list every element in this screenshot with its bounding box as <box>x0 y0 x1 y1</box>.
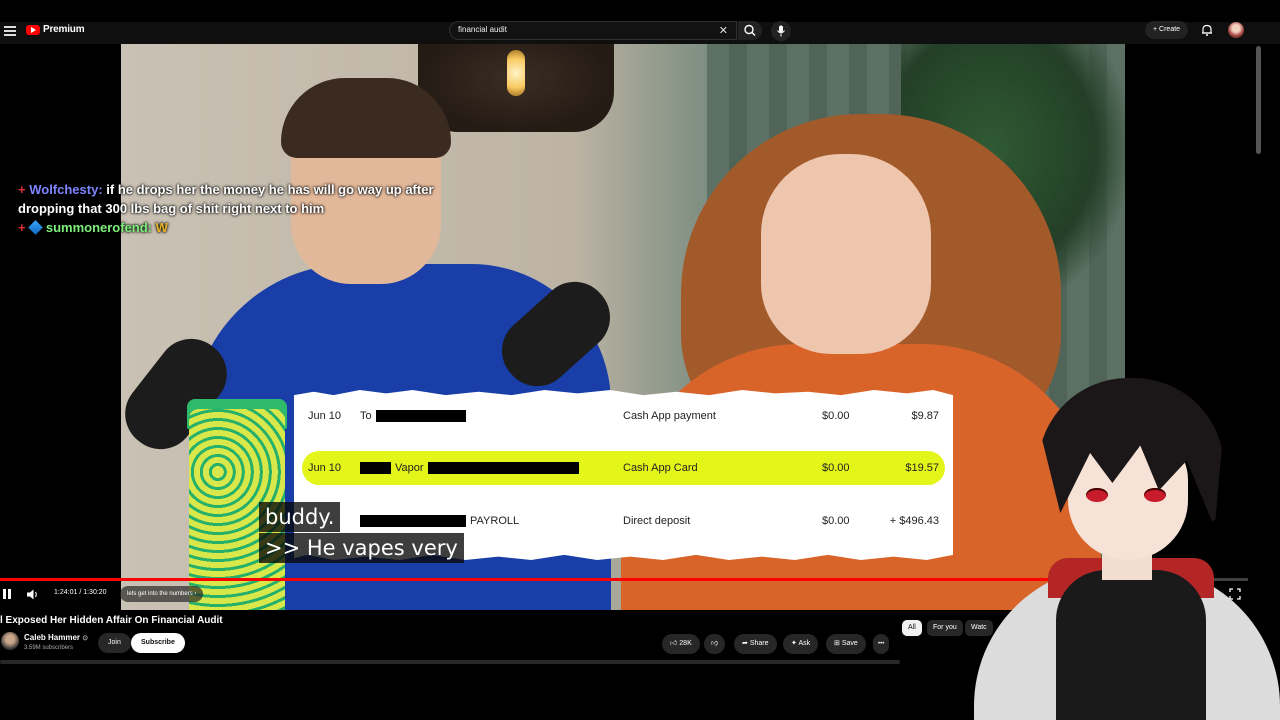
channel-avatar[interactable] <box>1 632 19 650</box>
cube-emote-icon <box>28 220 44 235</box>
ask-label: Ask <box>798 640 811 647</box>
transaction-description: To <box>360 399 466 433</box>
logo-text: Premium <box>43 24 85 35</box>
transaction-row: Jun 10 To Cash App payment $0.00 $9.87 <box>294 399 953 433</box>
create-button[interactable]: + Create <box>1145 21 1189 39</box>
chat-message: + Wolfchesty: if he drops her the money … <box>18 180 458 218</box>
page-scrollbar[interactable] <box>1256 46 1261 154</box>
transaction-desc-suffix: Vapor <box>395 462 424 474</box>
time-display: 1:24:01 / 1:30:20 <box>54 589 107 596</box>
volume-icon[interactable] <box>26 588 40 601</box>
transaction-fee: $0.00 <box>822 462 850 474</box>
save-button[interactable]: ⊞ Save <box>826 634 866 654</box>
transaction-date: Jun 10 <box>308 410 342 422</box>
chat-badge-icon: + <box>18 182 26 197</box>
caption-line-2: >> He vapes very <box>259 533 464 563</box>
voice-search-button[interactable] <box>771 21 791 41</box>
microphone-icon <box>777 25 785 37</box>
channel-name[interactable]: Caleb Hammer ⊙ <box>24 633 88 642</box>
dislike-button[interactable]: 👎︎ <box>704 634 726 654</box>
chip-all[interactable]: All <box>902 620 922 636</box>
like-count: 28K <box>679 640 692 647</box>
chat-message: + summonerofend: W <box>18 218 458 237</box>
subscriber-count: 3.59M subscribers <box>24 645 74 651</box>
thumbs-up-icon: 👍︎ <box>670 640 678 647</box>
vtuber-eye <box>1086 488 1108 502</box>
more-actions-button[interactable]: ••• <box>873 634 890 654</box>
chip-for-you[interactable]: For you <box>927 620 963 636</box>
transaction-amount: $19.57 <box>905 462 939 474</box>
verified-icon: ⊙ <box>82 635 89 642</box>
more-icon: ••• <box>878 641 885 647</box>
top-bar: Premium financial audit ✕ + Create <box>0 0 1280 44</box>
search-button[interactable] <box>738 21 762 40</box>
video-person-right-face <box>761 154 931 354</box>
search-icon <box>744 24 756 36</box>
transaction-amount: + $496.43 <box>889 515 939 527</box>
transaction-fee: $0.00 <box>822 410 850 422</box>
transaction-desc-suffix: PAYROLL <box>470 515 520 527</box>
video-title: l Exposed Her Hidden Affair On Financial… <box>0 615 223 626</box>
chapter-button[interactable]: lets get into the numbers › <box>120 586 204 602</box>
share-button[interactable]: ➦ Share <box>734 634 777 654</box>
current-time: 1:24:01 <box>54 589 78 596</box>
time-separator: / <box>79 589 82 596</box>
redaction-bar <box>360 462 391 474</box>
bookmark-icon: ⊞ <box>834 640 840 647</box>
redaction-bar <box>375 410 466 422</box>
search-query: financial audit <box>458 25 507 34</box>
youtube-logo-icon <box>26 24 40 35</box>
search-input[interactable]: financial audit ✕ <box>449 21 737 40</box>
transaction-type: Cash App payment <box>623 410 716 422</box>
transaction-description: Vapor <box>360 451 579 485</box>
transaction-amount: $9.87 <box>911 410 939 422</box>
vtuber-shirt <box>1056 570 1206 720</box>
caption-line-1: buddy. <box>259 502 341 532</box>
bell-icon[interactable] <box>1200 23 1214 37</box>
duration: 1:30:20 <box>83 589 107 596</box>
like-button[interactable]: 👍︎ 28K <box>662 634 700 654</box>
horizontal-scrollbar[interactable] <box>0 660 900 664</box>
subscribe-button[interactable]: Subscribe <box>131 633 185 653</box>
thumbs-down-icon: 👎︎ <box>711 640 719 647</box>
chapter-title: lets get into the numbers <box>127 591 193 597</box>
chat-username: Wolfchesty: <box>29 182 103 197</box>
video-person-left-hair <box>281 78 451 158</box>
transaction-fee: $0.00 <box>822 515 850 527</box>
chevron-right-icon: › <box>194 591 197 597</box>
chat-username: summonerofend: <box>45 220 153 235</box>
save-label: Save <box>841 640 858 647</box>
menu-icon[interactable] <box>4 26 16 36</box>
transaction-date: Jun 10 <box>308 462 342 474</box>
sparkle-icon: ✦ <box>791 640 797 647</box>
share-icon: ➦ <box>742 640 748 647</box>
plus-icon: + <box>1153 26 1158 33</box>
join-button[interactable]: Join <box>98 633 131 653</box>
chat-overlay: + Wolfchesty: if he drops her the money … <box>18 180 458 237</box>
redaction-bar <box>360 515 466 527</box>
chat-badge-icon: + <box>18 220 26 235</box>
transaction-row-highlighted: Jun 10 Vapor Cash App Card $0.00 $19.57 <box>302 451 945 485</box>
account-avatar[interactable] <box>1228 22 1244 38</box>
redaction-bar <box>427 462 579 474</box>
youtube-logo[interactable]: Premium <box>26 24 85 35</box>
vtuber-avatar <box>960 370 1280 720</box>
video-lamp-bulb <box>507 50 525 96</box>
clear-search-icon[interactable]: ✕ <box>719 24 728 37</box>
ask-button[interactable]: ✦ Ask <box>783 634 819 654</box>
transaction-desc-prefix: To <box>360 410 372 422</box>
pause-icon[interactable] <box>2 589 12 601</box>
channel-name-text: Caleb Hammer <box>24 633 81 642</box>
vtuber-eye <box>1144 488 1166 502</box>
transaction-type: Direct deposit <box>623 515 691 527</box>
chat-text: W <box>155 220 168 235</box>
transaction-type: Cash App Card <box>623 462 698 474</box>
share-label: Share <box>749 640 769 647</box>
create-label: Create <box>1159 26 1181 33</box>
